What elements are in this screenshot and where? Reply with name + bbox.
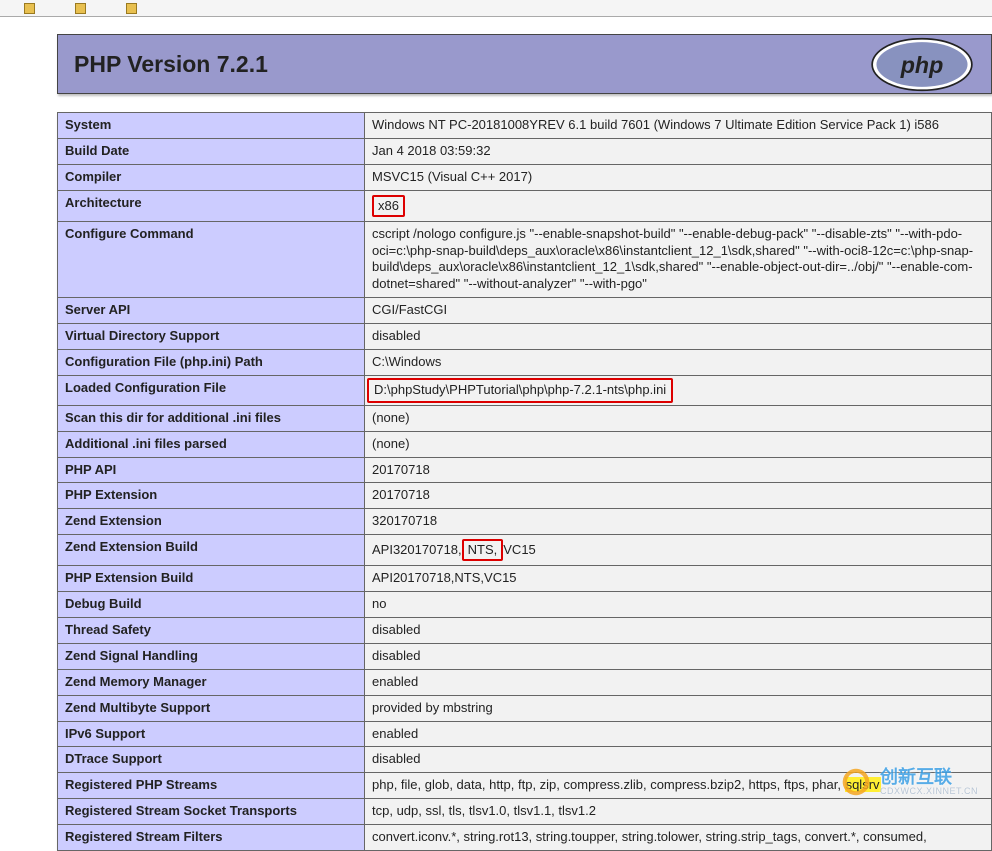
browser-tabstrip [0, 0, 992, 17]
info-value: no [365, 592, 992, 618]
info-key: Compiler [58, 164, 365, 190]
table-row: Build DateJan 4 2018 03:59:32 [58, 138, 992, 164]
table-row: Zend Memory Managerenabled [58, 669, 992, 695]
table-row: Additional .ini files parsed(none) [58, 431, 992, 457]
table-row: Zend Multibyte Supportprovided by mbstri… [58, 695, 992, 721]
highlight-box: D:\phpStudy\PHPTutorial\php\php-7.2.1-nt… [367, 378, 673, 403]
info-key: Registered PHP Streams [58, 773, 365, 799]
info-key: Zend Multibyte Support [58, 695, 365, 721]
info-value: CGI/FastCGI [365, 298, 992, 324]
info-value: disabled [365, 643, 992, 669]
watermark-logo-icon [840, 766, 872, 798]
info-value: x86 [365, 190, 992, 221]
info-value: 320170718 [365, 509, 992, 535]
table-row: PHP Extension BuildAPI20170718,NTS,VC15 [58, 566, 992, 592]
info-key: DTrace Support [58, 747, 365, 773]
info-value: API20170718,NTS,VC15 [365, 566, 992, 592]
table-row: PHP API20170718 [58, 457, 992, 483]
watermark-text: 创新互联 CDXWCX.XINNET.CN [880, 768, 978, 796]
table-row: Registered Stream Filtersconvert.iconv.*… [58, 825, 992, 851]
table-row: IPv6 Supportenabled [58, 721, 992, 747]
info-key: Virtual Directory Support [58, 324, 365, 350]
info-value: MSVC15 (Visual C++ 2017) [365, 164, 992, 190]
info-key: Zend Extension [58, 509, 365, 535]
table-row: Thread Safetydisabled [58, 618, 992, 644]
table-row: Scan this dir for additional .ini files(… [58, 405, 992, 431]
info-key: Configure Command [58, 221, 365, 298]
info-value: cscript /nologo configure.js "--enable-s… [365, 221, 992, 298]
info-value: (none) [365, 405, 992, 431]
folder-icon [126, 3, 137, 14]
table-row: Architecture x86 [58, 190, 992, 221]
info-key: Debug Build [58, 592, 365, 618]
info-key: Server API [58, 298, 365, 324]
info-value: (none) [365, 431, 992, 457]
table-row: Configure Commandcscript /nologo configu… [58, 221, 992, 298]
info-value: tcp, udp, ssl, tls, tlsv1.0, tlsv1.1, tl… [365, 799, 992, 825]
folder-icon [75, 3, 86, 14]
info-value: provided by mbstring [365, 695, 992, 721]
page-title: PHP Version 7.2.1 [74, 51, 268, 78]
table-row: Zend Extension320170718 [58, 509, 992, 535]
table-row: Virtual Directory Supportdisabled [58, 324, 992, 350]
table-row: Zend Signal Handlingdisabled [58, 643, 992, 669]
info-key: Scan this dir for additional .ini files [58, 405, 365, 431]
table-row: Configuration File (php.ini) PathC:\Wind… [58, 350, 992, 376]
info-value: 20170718 [365, 457, 992, 483]
info-key: PHP Extension Build [58, 566, 365, 592]
info-key: System [58, 113, 365, 139]
table-row: PHP Extension20170718 [58, 483, 992, 509]
table-row: Zend Extension BuildAPI320170718,NTS,VC1… [58, 535, 992, 566]
info-key: PHP Extension [58, 483, 365, 509]
table-row: CompilerMSVC15 (Visual C++ 2017) [58, 164, 992, 190]
info-key: Thread Safety [58, 618, 365, 644]
info-value: API320170718,NTS,VC15 [365, 535, 992, 566]
table-row: Debug Buildno [58, 592, 992, 618]
info-value: Windows NT PC-20181008YREV 6.1 build 760… [365, 113, 992, 139]
info-key: PHP API [58, 457, 365, 483]
svg-text:php: php [900, 52, 944, 78]
info-key: Build Date [58, 138, 365, 164]
info-value: C:\Windows [365, 350, 992, 376]
phpinfo-header: PHP Version 7.2.1 php [57, 34, 992, 94]
highlight-box: x86 [372, 195, 405, 217]
info-value: 20170718 [365, 483, 992, 509]
info-key: Configuration File (php.ini) Path [58, 350, 365, 376]
table-row: Registered Stream Socket Transportstcp, … [58, 799, 992, 825]
highlight-box: NTS, [462, 539, 504, 561]
table-row: SystemWindows NT PC-20181008YREV 6.1 bui… [58, 113, 992, 139]
info-key: Zend Extension Build [58, 535, 365, 566]
info-value: enabled [365, 721, 992, 747]
php-logo-icon: php [869, 37, 975, 92]
info-key: Registered Stream Filters [58, 825, 365, 851]
info-key: Architecture [58, 190, 365, 221]
info-value: convert.iconv.*, string.rot13, string.to… [365, 825, 992, 851]
info-key: Additional .ini files parsed [58, 431, 365, 457]
watermark: 创新互联 CDXWCX.XINNET.CN [840, 766, 978, 798]
info-value: disabled [365, 324, 992, 350]
folder-icon [24, 3, 35, 14]
info-key: Loaded Configuration File [58, 375, 365, 405]
info-key: Zend Memory Manager [58, 669, 365, 695]
phpinfo-table: SystemWindows NT PC-20181008YREV 6.1 bui… [57, 112, 992, 851]
info-value: disabled [365, 618, 992, 644]
info-key: Registered Stream Socket Transports [58, 799, 365, 825]
info-value: D:\phpStudy\PHPTutorial\php\php-7.2.1-nt… [365, 375, 992, 405]
info-value: Jan 4 2018 03:59:32 [365, 138, 992, 164]
table-row: Server APICGI/FastCGI [58, 298, 992, 324]
info-key: IPv6 Support [58, 721, 365, 747]
info-key: Zend Signal Handling [58, 643, 365, 669]
table-row: Loaded Configuration FileD:\phpStudy\PHP… [58, 375, 992, 405]
info-value: enabled [365, 669, 992, 695]
phpinfo-page: PHP Version 7.2.1 php SystemWindows NT P… [0, 17, 992, 851]
